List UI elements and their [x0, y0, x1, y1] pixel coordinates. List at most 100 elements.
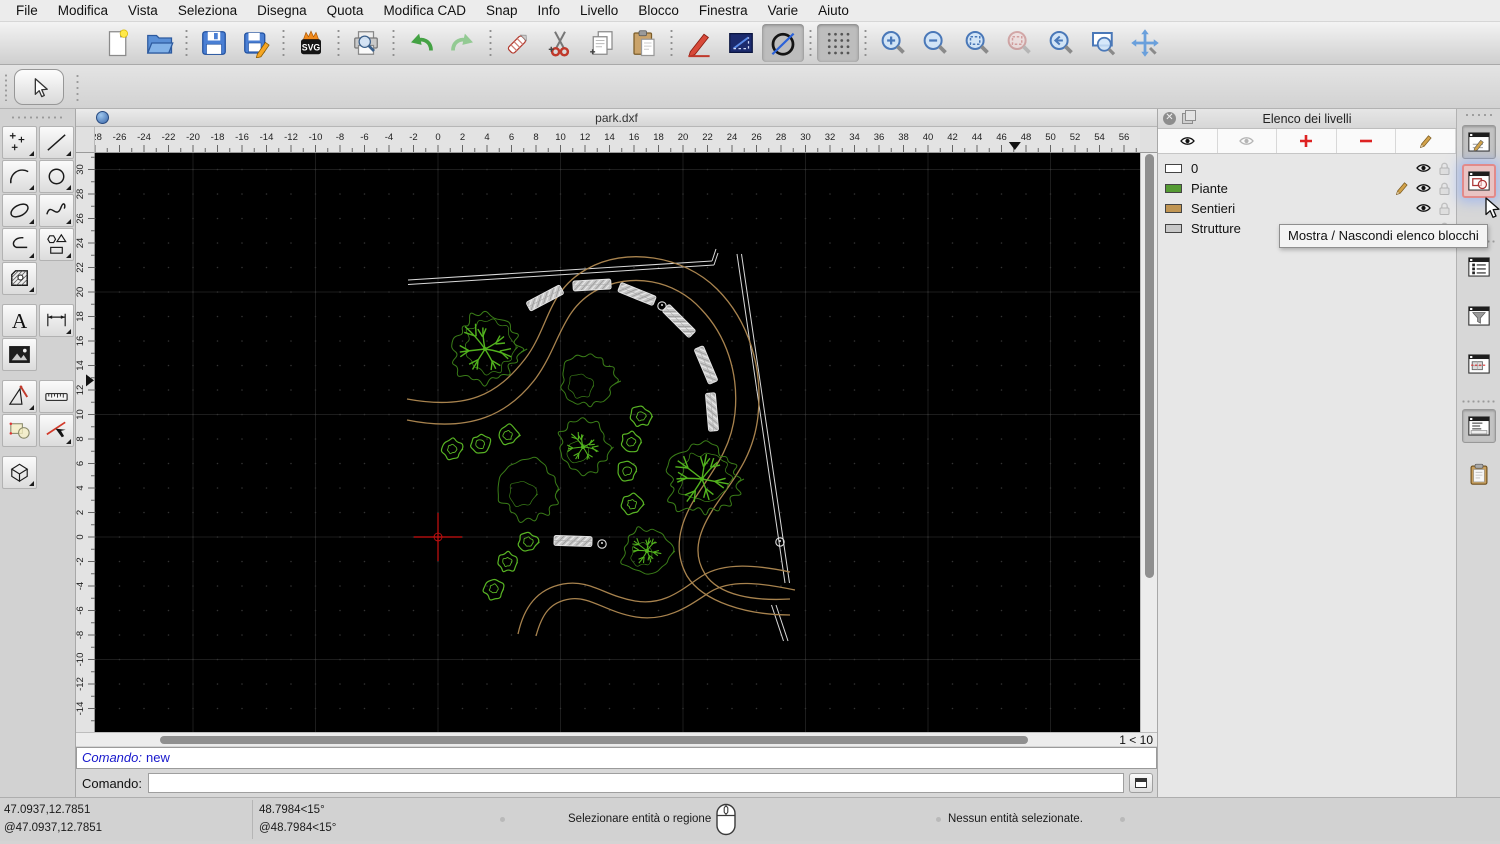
menu-livello[interactable]: Livello: [570, 0, 628, 21]
menu-quota[interactable]: Quota: [317, 0, 374, 21]
command-expand-button[interactable]: [1129, 773, 1153, 793]
pan-button[interactable]: [1124, 24, 1166, 62]
tool-polyline-button[interactable]: [2, 228, 37, 261]
zoom-window-button[interactable]: [1082, 24, 1124, 62]
bin-dot: [779, 540, 781, 542]
selection-status: Nessun entità selezionate.: [948, 813, 1083, 825]
tool-measure-button[interactable]: [39, 380, 74, 413]
layer-color-swatch[interactable]: [1165, 163, 1182, 173]
tool-points-button[interactable]: [2, 126, 37, 159]
toolbar-drag-handle[interactable]: [4, 72, 8, 101]
menu-varie[interactable]: Varie: [758, 0, 809, 21]
layer-panel-title: Elenco dei livelli: [1262, 111, 1352, 126]
print-preview-button[interactable]: [345, 24, 387, 62]
redo-button[interactable]: [442, 24, 484, 62]
dock-drag-handle[interactable]: [1464, 113, 1494, 117]
app-prefs-icon: [729, 33, 753, 53]
edit-layer-button[interactable]: [1396, 129, 1456, 153]
menu-snap[interactable]: Snap: [476, 0, 528, 21]
clipboard-dock-toggle[interactable]: [1462, 457, 1496, 491]
drawing-canvas[interactable]: [95, 153, 1140, 732]
remove-layer-button[interactable]: [1337, 129, 1397, 153]
horizontal-scrollbar[interactable]: 1 < 10: [76, 732, 1157, 747]
tool-circle-button[interactable]: [39, 160, 74, 193]
menu-blocco[interactable]: Blocco: [628, 0, 689, 21]
save-button[interactable]: [193, 24, 235, 62]
tool-ellipse-button[interactable]: [2, 194, 37, 227]
grid-toggle-button[interactable]: [817, 24, 859, 62]
command-input[interactable]: [147, 773, 1124, 793]
tool-arc-button[interactable]: [2, 160, 37, 193]
zoom-auto-button[interactable]: [956, 24, 998, 62]
show-all-layers-button[interactable]: [1158, 129, 1218, 153]
camera-view-dock-toggle[interactable]: [1462, 347, 1496, 381]
vertical-scroll-thumb[interactable]: [1145, 154, 1154, 578]
menu-aiuto[interactable]: Aiuto: [808, 0, 859, 21]
layer-visibility-toggle[interactable]: [1412, 201, 1434, 215]
layer-lock-toggle[interactable]: [1434, 201, 1454, 216]
app-prefs-button[interactable]: [720, 24, 762, 62]
menu-seleziona[interactable]: Seleziona: [168, 0, 247, 21]
layer-lock-toggle[interactable]: [1434, 181, 1454, 196]
tool-text-button[interactable]: A: [2, 304, 37, 337]
selection-filter-dock-toggle[interactable]: [1462, 299, 1496, 333]
menu-finestra[interactable]: Finestra: [689, 0, 758, 21]
zoom-select-button[interactable]: [998, 24, 1040, 62]
cut-button[interactable]: [539, 24, 581, 62]
paste-button[interactable]: [623, 24, 665, 62]
command-line-dock-toggle[interactable]: [1462, 409, 1496, 443]
tool-deselect-button[interactable]: [39, 414, 74, 447]
library-browser-icon: [1468, 257, 1490, 277]
horizontal-scroll-thumb[interactable]: [160, 736, 1028, 744]
layer-color-swatch[interactable]: [1165, 183, 1182, 193]
layer-row-sentieri[interactable]: Sentieri: [1158, 198, 1456, 218]
block-list-dock-toggle[interactable]: [1462, 164, 1496, 198]
tool-solid-button[interactable]: [2, 456, 37, 489]
library-browser-dock-toggle[interactable]: [1462, 250, 1496, 284]
zoom-prev-button[interactable]: [1040, 24, 1082, 62]
layer-color-swatch[interactable]: [1165, 203, 1182, 213]
layer-lock-toggle[interactable]: [1434, 161, 1454, 176]
layer-visibility-toggle[interactable]: [1412, 161, 1434, 175]
tool-dimension-button[interactable]: [39, 304, 74, 337]
tool-shapes-button[interactable]: [39, 228, 74, 261]
copy-button[interactable]: [581, 24, 623, 62]
draft-mode-button[interactable]: [762, 24, 804, 62]
tool-selection-button[interactable]: [2, 414, 37, 447]
draw-prefs-button[interactable]: [678, 24, 720, 62]
tool-image-button[interactable]: [2, 338, 37, 371]
tool-hatch-button[interactable]: [2, 262, 37, 295]
layer-row-0[interactable]: 0: [1158, 158, 1456, 178]
selection-pointer-button[interactable]: [14, 68, 64, 105]
layer-visibility-toggle[interactable]: [1412, 181, 1434, 195]
menu-modifica-cad[interactable]: Modifica CAD: [373, 0, 476, 21]
layer-color-swatch[interactable]: [1165, 223, 1182, 233]
hide-all-layers-button[interactable]: [1218, 129, 1278, 153]
tool-modify-button[interactable]: [2, 380, 37, 413]
palette-drag-handle[interactable]: [9, 115, 66, 120]
zoom-in-button[interactable]: [872, 24, 914, 62]
open-folder-button[interactable]: [138, 24, 180, 62]
menu-info[interactable]: Info: [528, 0, 571, 21]
dock-separator: [1461, 400, 1497, 403]
tool-line-button[interactable]: [39, 126, 74, 159]
cut-icon: [548, 31, 570, 57]
menu-vista[interactable]: Vista: [118, 0, 168, 21]
new-file-button[interactable]: [96, 24, 138, 62]
zoom-out-button[interactable]: [914, 24, 956, 62]
tool-spline-button[interactable]: [39, 194, 74, 227]
menu-file[interactable]: File: [6, 0, 48, 21]
delete-eraser-button[interactable]: [497, 24, 539, 62]
layer-row-piante[interactable]: Piante: [1158, 178, 1456, 198]
undo-button[interactable]: [400, 24, 442, 62]
menu-modifica[interactable]: Modifica: [48, 0, 118, 21]
layer-list-dock-toggle[interactable]: [1462, 125, 1496, 159]
document-titlebar[interactable]: park.dxf: [76, 109, 1157, 127]
save-as-button[interactable]: [235, 24, 277, 62]
command-history-label: Comando:: [82, 750, 142, 765]
vertical-scrollbar[interactable]: [1140, 153, 1157, 732]
bin-dot: [661, 304, 663, 306]
svg-export-button[interactable]: SVG: [290, 24, 332, 62]
menu-disegna[interactable]: Disegna: [247, 0, 317, 21]
add-layer-button[interactable]: [1277, 129, 1337, 153]
